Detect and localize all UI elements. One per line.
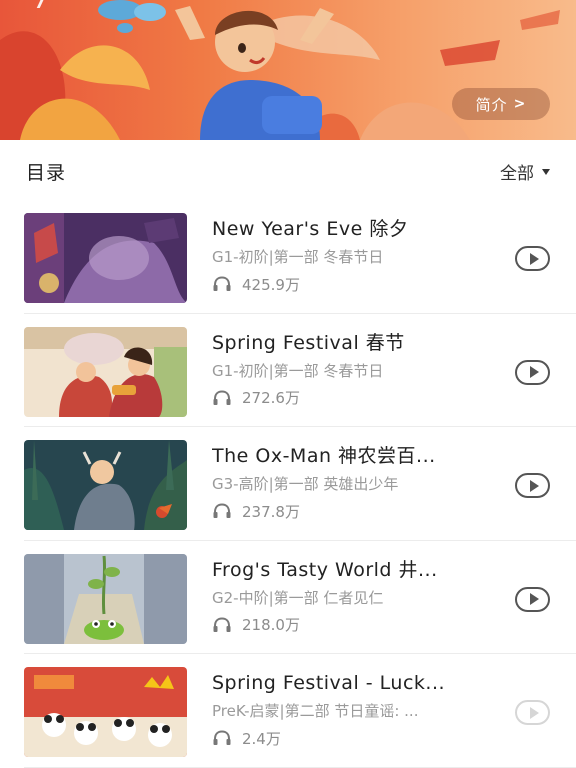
play-count: 272.6万 (212, 387, 502, 409)
episode-subtitle: G1-初阶|第一部 冬春节日 (212, 248, 384, 266)
episode-item[interactable]: Spring Festival 春节 G1-初阶|第一部 冬春节日 272.6万 (0, 314, 576, 427)
play-icon (529, 593, 539, 605)
episode-thumbnail (24, 553, 187, 644)
play-count: 218.0万 (212, 614, 502, 636)
headphone-icon (213, 389, 231, 405)
intro-button[interactable]: 简介 > (452, 88, 550, 120)
play-button[interactable] (515, 359, 550, 385)
episode-title: New Year's Eve 除夕 (212, 218, 409, 240)
play-button[interactable] (515, 246, 550, 271)
play-button[interactable] (515, 473, 550, 498)
play-icon (529, 252, 539, 265)
episode-info: Frog's Tasty World 井... G2-中阶|第一部 仁者见仁 2… (212, 557, 502, 636)
play-count: 2.4万 (212, 727, 502, 749)
play-icon (529, 479, 539, 492)
headphone-icon (213, 616, 231, 632)
episode-thumbnail (24, 326, 187, 417)
episode-title: The Ox-Man 神农尝百... (212, 445, 436, 467)
chevron-right-icon: > (513, 96, 527, 112)
play-count-value: 218.0万 (242, 616, 300, 634)
headphone-icon (213, 730, 231, 745)
episode-item[interactable]: The Ox-Man 神农尝百... G3-高阶|第一部 英雄出少年 237.8… (0, 427, 576, 541)
episode-subtitle: G2-中阶|第一部 仁者见仁 (212, 588, 384, 607)
episode-item[interactable]: New Year's Eve 除夕 G1-初阶|第一部 冬春节日 425.9万 (0, 200, 576, 314)
episode-subtitle: G1-初阶|第一部 冬春节日 (212, 361, 384, 380)
episode-subtitle: G3-高阶|第一部 英雄出少年 (212, 475, 399, 493)
episode-title: Spring Festival 春节 (212, 331, 405, 354)
episode-info: New Year's Eve 除夕 G1-初阶|第一部 冬春节日 425.9万 (212, 216, 502, 295)
play-button[interactable] (515, 586, 550, 612)
catalog-title: 目录 (26, 161, 67, 184)
episode-title: Spring Festival - Luck... (212, 672, 446, 694)
episode-info: The Ox-Man 神农尝百... G3-高阶|第一部 英雄出少年 237.8… (212, 443, 502, 522)
episode-title: Frog's Tasty World 井... (212, 558, 438, 581)
intro-button-label: 简介 (475, 95, 508, 114)
episode-item[interactable]: Spring Festival - Luck... PreK-启蒙|第二部 节日… (0, 654, 576, 768)
album-banner: 简介 > (0, 0, 576, 140)
play-count: 425.9万 (212, 273, 502, 295)
play-button[interactable] (515, 700, 550, 725)
episode-thumbnail (24, 440, 187, 530)
play-count: 237.8万 (212, 500, 502, 522)
headphone-icon (213, 503, 231, 518)
caret-down-icon (542, 169, 550, 175)
episode-thumbnail (24, 213, 187, 303)
episode-thumbnail (24, 667, 187, 757)
episode-info: Spring Festival - Luck... PreK-启蒙|第二部 节日… (212, 670, 502, 749)
episode-list: New Year's Eve 除夕 G1-初阶|第一部 冬春节日 425.9万 (0, 200, 576, 768)
headphone-icon (213, 276, 231, 291)
episode-info: Spring Festival 春节 G1-初阶|第一部 冬春节日 272.6万 (212, 330, 502, 409)
play-icon (529, 366, 539, 378)
play-count-value: 237.8万 (242, 502, 300, 521)
filter-label: 全部 (500, 163, 534, 184)
play-count-value: 425.9万 (242, 275, 300, 294)
catalog-header: 目录 全部 (0, 140, 576, 202)
episode-item[interactable]: Frog's Tasty World 井... G2-中阶|第一部 仁者见仁 2… (0, 541, 576, 654)
play-count-value: 272.6万 (242, 389, 300, 407)
episode-subtitle: PreK-启蒙|第二部 节日童谣: ... (212, 702, 419, 720)
play-icon (529, 706, 539, 719)
filter-dropdown[interactable]: 全部 (500, 159, 550, 184)
divider (24, 766, 576, 768)
play-count-value: 2.4万 (242, 729, 281, 748)
